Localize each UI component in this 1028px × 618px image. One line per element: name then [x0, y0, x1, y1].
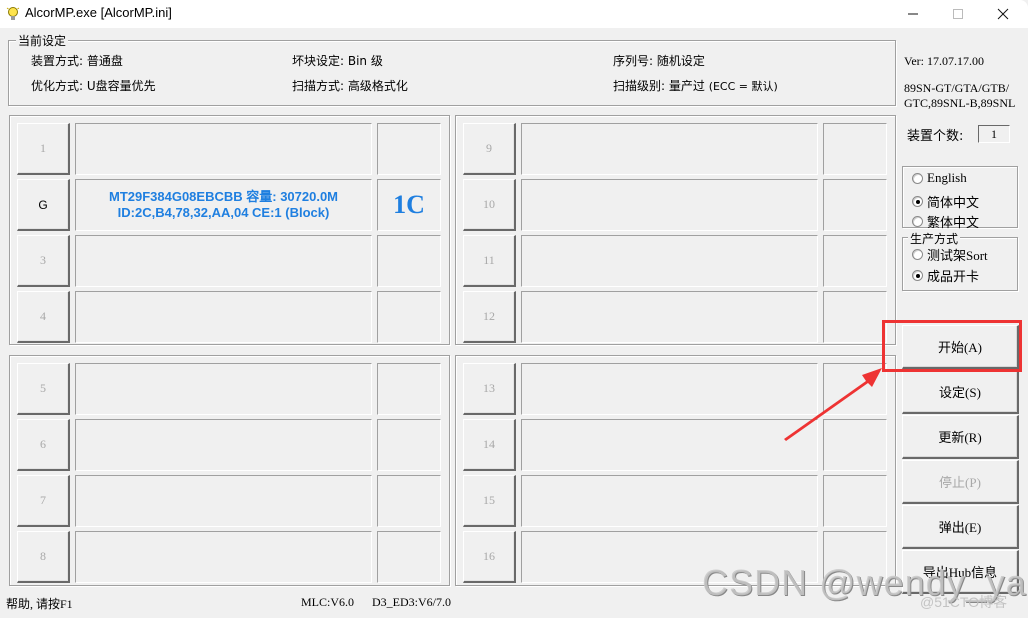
scan-mode-text: 扫描方式: 高级格式化 — [292, 79, 408, 93]
language-option-label: 简体中文 — [927, 195, 980, 210]
slot-button-16[interactable]: 16 — [463, 531, 516, 583]
slot-status-7 — [377, 475, 441, 527]
slot-info-1 — [75, 123, 372, 175]
title-bar: AlcorMP.exe [AlcorMP.ini] — [0, 0, 1028, 28]
language-option-simplified-chinese[interactable]: 简体中文 — [912, 192, 979, 211]
status-d3-version: D3_ED3:V6/7.0 — [372, 595, 451, 609]
annotation-arrow-icon — [784, 368, 882, 441]
radio-finished[interactable] — [912, 270, 923, 281]
slot-status-6 — [377, 419, 441, 471]
slot-button-4[interactable]: 4 — [17, 291, 70, 343]
slot-status-11 — [823, 235, 887, 287]
slot-info-12 — [521, 291, 818, 343]
watermark-small-text: @51CTO博客 — [920, 594, 1008, 610]
slot-button-9[interactable]: 9 — [463, 123, 516, 175]
close-button[interactable] — [980, 0, 1026, 28]
language-option-traditional-chinese[interactable]: 繁体中文 — [912, 212, 979, 231]
production-option-label: 成品开卡 — [927, 269, 980, 284]
slot-button-14[interactable]: 14 — [463, 419, 516, 471]
slot-button-5[interactable]: 5 — [17, 363, 70, 415]
slot-info-5 — [75, 363, 372, 415]
slot-button-6[interactable]: 6 — [17, 419, 70, 471]
serial-number-text: 序列号: 随机设定 — [613, 54, 705, 68]
stop-button[interactable]: 停止(P) — [902, 460, 1019, 504]
device-mode-text: 装置方式: 普通盘 — [31, 54, 123, 68]
language-option-label: English — [927, 170, 967, 185]
language-option-label: 繁体中文 — [927, 215, 980, 230]
slot-button-1[interactable]: 1 — [17, 123, 70, 175]
slot-info-10 — [521, 179, 818, 231]
window-title: AlcorMP.exe [AlcorMP.ini] — [25, 5, 172, 20]
radio-simplified-chinese[interactable] — [912, 196, 923, 207]
slot-info-3 — [75, 235, 372, 287]
scan-level-note: (ECC = 默认) — [708, 80, 778, 93]
slot-button-3[interactable]: 3 — [17, 235, 70, 287]
slot-info-line1: MT29F384G08EBCBB 容量: 30720.0M — [108, 189, 339, 204]
production-option-label: 测试架Sort — [927, 248, 988, 263]
slot-status-5 — [377, 363, 441, 415]
bad-block-text: 坏块设定: Bin 级 — [292, 54, 383, 68]
device-count-label: 装置个数: — [907, 129, 964, 144]
slot-status-3 — [377, 235, 441, 287]
slot-info-15 — [521, 475, 818, 527]
current-settings-label: 当前设定 — [16, 32, 69, 49]
slot-status-12 — [823, 291, 887, 343]
slot-button-10[interactable]: 10 — [463, 179, 516, 231]
version-text: Ver: 17.07.17.00 — [904, 54, 984, 68]
slot-info-8 — [75, 531, 372, 583]
radio-sort[interactable] — [912, 249, 923, 260]
models-text-line1: 89SN-GT/GTA/GTB/ — [904, 81, 1010, 95]
slot-button-7[interactable]: 7 — [17, 475, 70, 527]
scan-level-text: 扫描级别: 量产过 (ECC = 默认) — [613, 77, 778, 94]
slot-button-2[interactable]: G — [17, 179, 70, 231]
slot-info-7 — [75, 475, 372, 527]
slot-info-4 — [75, 291, 372, 343]
minimize-button[interactable] — [890, 0, 936, 28]
slot-status-8 — [377, 531, 441, 583]
slot-info-line2: ID:2C,B4,78,32,AA,04 CE:1 (Block) — [117, 205, 330, 220]
slot-status-9 — [823, 123, 887, 175]
settings-button[interactable]: 设定(S) — [902, 370, 1019, 414]
maximize-button[interactable] — [935, 0, 981, 28]
language-option-english[interactable]: English — [912, 170, 967, 186]
slot-button-13[interactable]: 13 — [463, 363, 516, 415]
slot-status-10 — [823, 179, 887, 231]
production-option-finished[interactable]: 成品开卡 — [912, 266, 979, 285]
slot-status-2: 1C — [377, 179, 441, 231]
slot-info-2: MT29F384G08EBCBB 容量: 30720.0M ID:2C,B4,78… — [75, 179, 372, 231]
slot-status-15 — [823, 475, 887, 527]
radio-traditional-chinese[interactable] — [912, 216, 923, 227]
slot-info-11 — [521, 235, 818, 287]
refresh-button[interactable]: 更新(R) — [902, 415, 1019, 459]
scan-level-main: 扫描级别: 量产过 — [613, 79, 709, 93]
slot-button-15[interactable]: 15 — [463, 475, 516, 527]
slot-button-8[interactable]: 8 — [17, 531, 70, 583]
slot-info-9 — [521, 123, 818, 175]
device-count-field[interactable]: 1 — [978, 125, 1010, 143]
models-text-line2: GTC,89SNL-B,89SNL — [904, 96, 1016, 110]
lightbulb-icon — [6, 6, 20, 22]
slot-status-1 — [377, 123, 441, 175]
slot-info-6 — [75, 419, 372, 471]
slot-button-12[interactable]: 12 — [463, 291, 516, 343]
slot-status-4 — [377, 291, 441, 343]
status-help-text: 帮助, 请按F1 — [6, 597, 73, 611]
production-option-sort[interactable]: 测试架Sort — [912, 245, 988, 264]
status-mlc-version: MLC:V6.0 — [301, 595, 355, 609]
radio-english[interactable] — [912, 172, 923, 184]
current-settings-group — [8, 40, 896, 106]
optimize-mode-text: 优化方式: U盘容量优先 — [31, 79, 156, 93]
highlight-box — [882, 320, 1022, 372]
slot-button-11[interactable]: 11 — [463, 235, 516, 287]
eject-button[interactable]: 弹出(E) — [902, 505, 1019, 549]
